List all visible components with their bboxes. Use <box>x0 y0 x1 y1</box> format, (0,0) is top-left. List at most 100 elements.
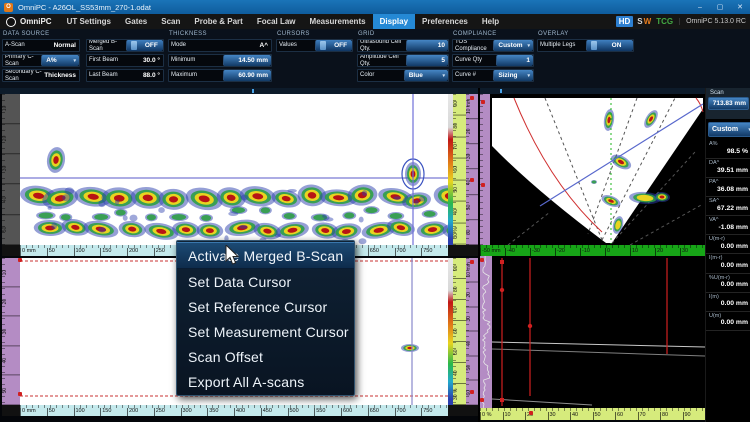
ruler-label: 500 <box>288 408 315 416</box>
ruler-label: 40 <box>2 346 20 375</box>
cursor-anchor-dot <box>480 258 484 262</box>
toggle-state-label: OFF <box>140 42 163 49</box>
reading-label: U(m-r) <box>709 236 748 243</box>
ruler-label: 50 <box>2 215 20 245</box>
field-toggle[interactable]: ON <box>586 40 633 51</box>
ascan-view[interactable] <box>492 256 705 408</box>
main-layout: 102030405090807060504030 %10 mm203040506… <box>0 88 750 422</box>
maximize-button[interactable]: ▢ <box>710 0 730 14</box>
top-scan-view[interactable] <box>20 94 448 245</box>
field-value-button[interactable]: 5 <box>406 55 448 66</box>
context-menu-item-set-data-cursor[interactable]: Set Data Cursor <box>177 269 354 294</box>
ruler-label: 10 <box>2 94 20 124</box>
reading-value: 98.5 % <box>709 148 748 156</box>
panel-title: GRID <box>358 31 449 37</box>
context-menu-item-scan-offset[interactable]: Scan Offset <box>177 344 354 369</box>
menu-item-measurements[interactable]: Measurements <box>303 14 373 29</box>
ascan-waveform-strip <box>480 256 492 408</box>
ruler-label: 750 <box>421 408 448 416</box>
ruler-label: 550 <box>314 408 341 416</box>
panel-cells: TOS ComplianceCustom▾Curve Qty1Curve #Si… <box>452 39 534 82</box>
field-dropdown[interactable]: Custom▾ <box>493 40 533 51</box>
reading-item: I(m-r)0.00 mm <box>706 254 750 273</box>
readings-list: A%98.5 %DA^39.51 mmPA^36.08 mmSA^67.22 m… <box>706 140 750 331</box>
measurement-dot <box>529 411 533 415</box>
field-last-beam: Last Beam88.0 ° <box>86 69 164 82</box>
panel-cells: A-ScanNormalMerged B-ScanOFFPrimary C-Sc… <box>2 39 164 82</box>
field-a-scan: A-ScanNormal <box>2 39 80 52</box>
field-label: Secondary C-Scan <box>3 70 44 81</box>
sector-scan-view[interactable] <box>490 94 705 245</box>
minimize-button[interactable]: – <box>690 0 710 14</box>
field-dropdown[interactable]: A%▾ <box>41 55 79 66</box>
field-value[interactable]: A^ <box>224 40 271 51</box>
chevron-down-icon: ▾ <box>527 43 530 49</box>
ruler-label: 20 <box>655 248 680 256</box>
ruler-label: 650 <box>368 408 395 416</box>
mouse-cursor-icon <box>225 245 242 267</box>
scan-label: Scan <box>710 90 750 96</box>
ruler-label: 700 <box>395 408 422 416</box>
field-value-button[interactable]: 10 <box>406 40 448 51</box>
readings-preset-dropdown[interactable]: Custom ▾ <box>708 122 750 137</box>
field-dropdown[interactable]: Sizing▾ <box>493 70 533 81</box>
toggle-state-label: ON <box>600 42 633 49</box>
context-menu-item-export-all-a-scans[interactable]: Export All A-scans <box>177 369 354 394</box>
ascan-amplitude-ruler: 0 %102030405060708090 <box>480 408 705 420</box>
ruler-label: -10 <box>580 248 605 256</box>
menu-item-scan[interactable]: Scan <box>154 14 187 29</box>
field-value[interactable]: 30.0 ° <box>128 55 163 66</box>
panel-title: DATA SOURCE <box>3 31 164 37</box>
reading-label: %U(m-r) <box>709 275 748 282</box>
ruler-label: 30 <box>548 412 571 420</box>
context-menu-item-set-measurement-cursor[interactable]: Set Measurement Cursor <box>177 319 354 344</box>
field-value[interactable]: Normal <box>44 40 79 51</box>
scan-position-box: Scan 713.83 mm <box>706 88 750 119</box>
menu-item-help[interactable]: Help <box>475 14 506 29</box>
ruler-label: 90 <box>683 412 706 420</box>
bottom-view-index-ruler: 1020304050 <box>2 258 20 405</box>
panel-thickness: THICKNESSModeA^Minimum14.50 mmMaximum60.… <box>168 30 272 87</box>
field-value[interactable]: Thickness <box>44 70 79 81</box>
reading-label: PA^ <box>709 179 748 186</box>
scroll-marker <box>500 89 502 93</box>
ruler-label: 50 <box>466 356 478 381</box>
field-value-button[interactable]: 60.90 mm <box>223 70 271 81</box>
menu-item-probe-part[interactable]: Probe & Part <box>187 14 249 29</box>
reading-item: SA^67.22 mm <box>706 197 750 216</box>
menu-item-omnipc[interactable]: OmniPC <box>0 14 60 29</box>
context-menu: Activate Merged B-ScanSet Data CursorSet… <box>176 240 355 396</box>
menu-item-display[interactable]: Display <box>373 14 415 29</box>
reading-value: 0.00 mm <box>709 281 748 289</box>
menu-item-gates[interactable]: Gates <box>118 14 154 29</box>
ruler-corner <box>2 405 20 416</box>
index-side-ruler: 10 mm2030405060 <box>466 258 478 405</box>
window-title: OmniPC - A26OL_SS53mm_270-1.odat <box>18 3 151 12</box>
toggle-knob <box>320 41 326 50</box>
menu-item-preferences[interactable]: Preferences <box>415 14 475 29</box>
field-value-button[interactable]: 1 <box>496 55 533 66</box>
menu-bar: OmniPC UT SettingsGatesScanProbe & PartF… <box>0 14 750 30</box>
field-toggle[interactable]: OFF <box>315 40 352 51</box>
hd-badge: HD <box>616 16 634 27</box>
reading-label: VA^ <box>709 217 748 224</box>
field-value[interactable]: 88.0 ° <box>128 70 163 81</box>
context-menu-item-activate-merged-b-scan[interactable]: Activate Merged B-Scan <box>177 242 354 269</box>
ruler-label: -40 <box>505 248 530 256</box>
field-dropdown[interactable]: Blue▾ <box>404 70 448 81</box>
menu-item-focal-law[interactable]: Focal Law <box>250 14 303 29</box>
reading-item: %U(m-r)0.00 mm <box>706 274 750 293</box>
ruler-label: 60 <box>466 220 478 245</box>
close-button[interactable]: ✕ <box>730 0 750 14</box>
scan-position-value[interactable]: 713.83 mm <box>708 97 749 110</box>
menu-item-ut-settings[interactable]: UT Settings <box>60 14 118 29</box>
context-menu-item-set-reference-cursor[interactable]: Set Reference Cursor <box>177 294 354 319</box>
field-amplitude-cell-qty-: Amplitude Cell Qty.5 <box>357 54 449 67</box>
ruler-label: 70 <box>453 300 466 321</box>
field-value-button[interactable]: 14.50 mm <box>223 55 271 66</box>
ruler-label: 40 <box>453 202 466 224</box>
field-label: Amplitude Cell Qty. <box>358 55 406 66</box>
ruler-label: 50 <box>453 180 466 202</box>
ruler-label: 60 <box>453 159 466 181</box>
field-toggle[interactable]: OFF <box>126 40 163 51</box>
